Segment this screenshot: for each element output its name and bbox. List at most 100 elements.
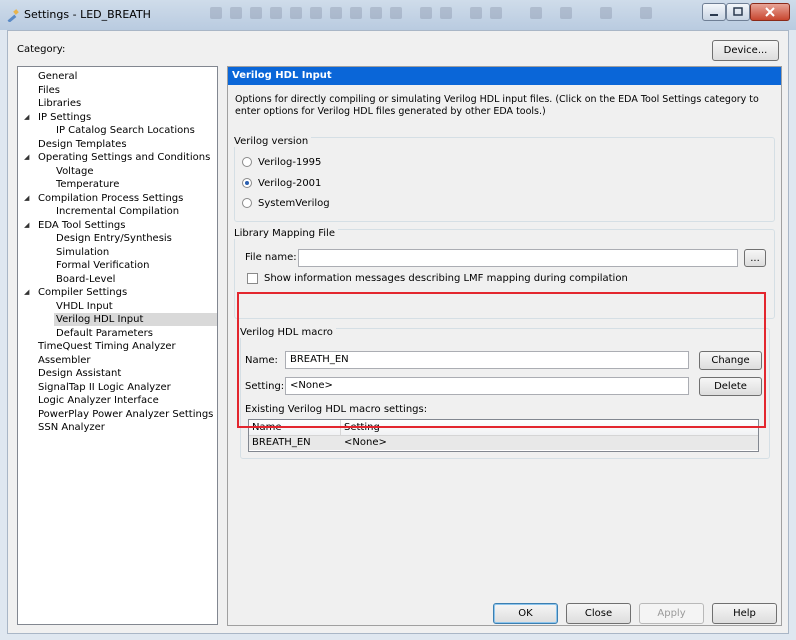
verilog-macro-group: Verilog HDL macro Name: BREATH_EN Change…	[240, 327, 770, 459]
apply-button[interactable]: Apply	[639, 603, 704, 624]
radio-verilog-1995-circle[interactable]	[242, 157, 252, 167]
tree-item[interactable]: Design Templates	[36, 138, 131, 151]
library-mapping-group: Library Mapping File File name: ... Show…	[234, 228, 775, 319]
tree-item[interactable]: General	[36, 70, 81, 83]
title-bar[interactable]: Settings - LED_BREATH	[0, 0, 796, 30]
tree-item[interactable]: Verilog HDL Input	[54, 313, 217, 326]
radio-verilog-2001-label: Verilog-2001	[258, 177, 322, 189]
macro-settings-table[interactable]: Name Setting BREATH_EN <None>	[248, 419, 759, 452]
change-button[interactable]: Change	[699, 351, 762, 370]
radio-systemverilog-circle[interactable]	[242, 198, 252, 208]
tree-item-label: Formal Verification	[56, 260, 150, 271]
toolbar-icon-18	[640, 7, 652, 19]
tree-item[interactable]: Board-Level	[54, 273, 119, 286]
delete-button[interactable]: Delete	[699, 377, 762, 396]
file-name-label: File name:	[245, 252, 297, 263]
radio-verilog-2001-circle[interactable]	[242, 178, 252, 188]
ok-button[interactable]: OK	[493, 603, 558, 624]
category-label: Category:	[17, 44, 66, 55]
category-tree[interactable]: General Files Libraries ◢ IP Settings IP Cata…	[17, 66, 218, 625]
radio-verilog-1995[interactable]: Verilog-1995	[242, 155, 321, 169]
expand-arrow-icon[interactable]: ◢	[24, 111, 32, 124]
settings-pencil-icon	[7, 9, 19, 22]
library-mapping-title: Library Mapping File	[234, 228, 338, 239]
tree-item[interactable]: Assembler	[36, 354, 95, 367]
tree-item[interactable]: Libraries	[36, 97, 85, 110]
tree-item-label: TimeQuest Timing Analyzer	[38, 341, 176, 352]
tree-item[interactable]: Voltage	[54, 165, 98, 178]
tree-item-label: Voltage	[56, 165, 94, 177]
tree-item[interactable]: ◢ EDA Tool Settings	[24, 219, 129, 232]
close-window-button[interactable]	[750, 3, 790, 21]
tree-item-label: Incremental Compilation	[56, 206, 180, 217]
tree-item-label: SignalTap II Logic Analyzer	[38, 381, 171, 393]
tree-item[interactable]: SignalTap II Logic Analyzer	[36, 381, 175, 394]
verilog-version-group: Verilog version Verilog-1995 Verilog-200…	[234, 136, 775, 222]
tree-item[interactable]: Files	[36, 84, 64, 97]
expand-arrow-icon[interactable]: ◢	[24, 219, 32, 232]
panel-header: Verilog HDL Input	[228, 67, 781, 85]
tree-item[interactable]: Logic Analyzer Interface	[36, 394, 163, 407]
table-row[interactable]: BREATH_EN <None>	[249, 436, 758, 450]
tree-item-label: Verilog HDL Input	[56, 314, 144, 325]
verilog-version-title: Verilog version	[234, 136, 312, 147]
tree-item-label: Simulation	[56, 246, 110, 258]
tree-item[interactable]: Formal Verification	[54, 259, 153, 272]
row-name-cell: BREATH_EN	[252, 437, 311, 448]
tree-item[interactable]: Simulation	[54, 246, 113, 259]
tree-item[interactable]: PowerPlay Power Analyzer Settings	[36, 408, 217, 421]
tree-item-label: General	[38, 71, 78, 82]
tree-item[interactable]: ◢ IP Settings	[24, 111, 95, 124]
help-button[interactable]: Help	[712, 603, 777, 624]
tree-item-label: Temperature	[56, 179, 120, 190]
tree-item-label: Files	[38, 84, 60, 96]
tree-item[interactable]: Design Assistant	[36, 367, 125, 380]
toolbar-icon-1	[210, 7, 222, 19]
toolbar-icon-17	[600, 7, 612, 19]
tree-item[interactable]: IP Catalog Search Locations	[54, 124, 199, 137]
radio-systemverilog[interactable]: SystemVerilog	[242, 196, 330, 210]
tree-item[interactable]: Temperature	[54, 178, 123, 191]
tree-item-label: Libraries	[38, 98, 82, 109]
radio-verilog-2001[interactable]: Verilog-2001	[242, 176, 321, 190]
toolbar-icon-10	[390, 7, 402, 19]
expand-arrow-icon[interactable]: ◢	[24, 286, 32, 299]
device-button[interactable]: Device...	[712, 40, 779, 61]
window-title: Settings - LED_BREATH	[24, 8, 151, 21]
expand-arrow-icon[interactable]: ◢	[24, 151, 32, 164]
toolbar-icon-11	[420, 7, 432, 19]
tree-item[interactable]: Default Parameters	[54, 327, 157, 340]
tree-item[interactable]: Design Entry/Synthesis	[54, 232, 176, 245]
column-header-name[interactable]: Name	[249, 420, 341, 436]
macro-name-input[interactable]: BREATH_EN	[285, 351, 689, 369]
tree-item[interactable]: TimeQuest Timing Analyzer	[36, 340, 180, 353]
minimize-button[interactable]	[702, 3, 726, 21]
tree-item-label: VHDL Input	[56, 300, 113, 312]
show-info-checkbox[interactable]	[247, 273, 258, 284]
close-button[interactable]: Close	[566, 603, 631, 624]
tree-item-label: Compilation Process Settings	[38, 192, 184, 204]
column-header-setting[interactable]: Setting	[341, 420, 758, 436]
dialog-client: Category: Device... General Files Librarie…	[7, 30, 789, 634]
macro-setting-input[interactable]: <None>	[285, 377, 689, 395]
maximize-button[interactable]	[726, 3, 750, 21]
minimize-icon	[710, 14, 718, 16]
tree-item-label: IP Settings	[38, 111, 92, 123]
tree-item[interactable]: ◢ Compilation Process Settings	[24, 192, 187, 205]
file-name-input[interactable]	[298, 249, 738, 267]
tree-item[interactable]: VHDL Input	[54, 300, 117, 313]
tree-item[interactable]: ◢ Compiler Settings	[24, 286, 131, 299]
toolbar-icon-6	[310, 7, 322, 19]
expand-arrow-icon[interactable]: ◢	[24, 192, 32, 205]
tree-item[interactable]: Incremental Compilation	[54, 205, 183, 218]
macro-name-label: Name:	[245, 355, 278, 366]
toolbar-icon-2	[230, 7, 242, 19]
tree-item-label: Design Assistant	[38, 368, 122, 379]
tree-item-label: Operating Settings and Conditions	[38, 152, 211, 163]
tree-item[interactable]: SSN Analyzer	[36, 421, 109, 434]
toolbar-icon-7	[330, 7, 342, 19]
toolbar-icon-5	[290, 7, 302, 19]
tree-item[interactable]: ◢ Operating Settings and Conditions	[24, 151, 214, 164]
browse-button[interactable]: ...	[744, 249, 766, 267]
row-setting-cell: <None>	[344, 437, 387, 448]
